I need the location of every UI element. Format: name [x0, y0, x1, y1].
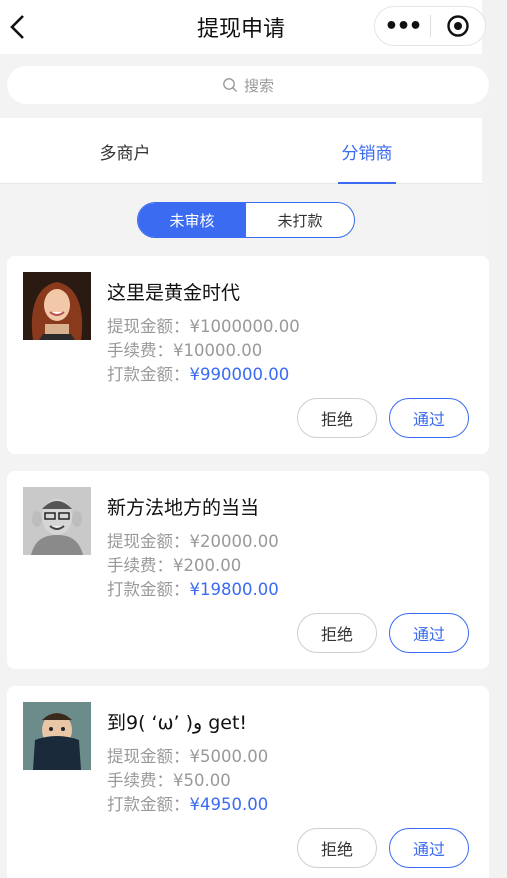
- fee-amount: ¥200.00: [173, 556, 242, 575]
- approve-button[interactable]: 通过: [389, 828, 469, 868]
- payout-label: 打款金额：: [107, 365, 190, 384]
- fee-amount: ¥10000.00: [173, 341, 263, 360]
- tab-distributor[interactable]: 分销商: [302, 118, 432, 184]
- active-tab-indicator: [338, 182, 396, 184]
- withdraw-label: 提现金额：: [107, 532, 190, 551]
- withdraw-label: 提现金额：: [107, 747, 190, 766]
- withdrawal-card: 到9( ‘ω’ )و get! 提现金额：¥5000.00 手续费：¥50.00…: [7, 686, 489, 878]
- fee-label: 手续费：: [107, 341, 173, 360]
- approve-button[interactable]: 通过: [389, 398, 469, 438]
- applicant-name: 新方法地方的当当: [107, 497, 260, 519]
- withdraw-amount: ¥1000000.00: [189, 317, 300, 336]
- reject-button[interactable]: 拒绝: [297, 398, 377, 438]
- withdraw-amount: ¥5000.00: [189, 747, 269, 766]
- approve-button[interactable]: 通过: [389, 613, 469, 653]
- reject-button[interactable]: 拒绝: [297, 613, 377, 653]
- withdraw-label: 提现金额：: [107, 317, 190, 336]
- avatar: [23, 272, 91, 340]
- tab-bar: 多商户 分销商: [0, 118, 482, 184]
- avatar: [23, 487, 91, 555]
- payout-row: 打款金额：¥990000.00: [107, 361, 289, 385]
- search-placeholder: 搜索: [243, 76, 274, 95]
- withdrawal-card: 这里是黄金时代 提现金额：¥1000000.00 手续费：¥10000.00 打…: [7, 256, 489, 454]
- fee-label: 手续费：: [107, 556, 173, 575]
- payout-label: 打款金额：: [107, 795, 190, 814]
- filter-unpaid[interactable]: 未打款: [246, 203, 354, 237]
- filter-unreviewed[interactable]: 未审核: [138, 203, 246, 237]
- fee-amount: ¥50.00: [173, 771, 231, 790]
- withdrawal-card: 新方法地方的当当 提现金额：¥20000.00 手续费：¥200.00 打款金额…: [7, 471, 489, 669]
- payout-label: 打款金额：: [107, 580, 190, 599]
- mini-program-capsule: •••: [374, 6, 486, 46]
- tab-multi-merchant[interactable]: 多商户: [60, 118, 190, 184]
- payout-row: 打款金额：¥4950.00: [107, 791, 268, 815]
- search-input[interactable]: 搜索: [7, 66, 489, 104]
- fee-label: 手续费：: [107, 771, 173, 790]
- fee-row: 手续费：¥200.00: [107, 552, 241, 576]
- reject-button[interactable]: 拒绝: [297, 828, 377, 868]
- avatar: [23, 702, 91, 770]
- payout-row: 打款金额：¥19800.00: [107, 576, 279, 600]
- search-area: 搜索: [0, 54, 489, 118]
- status-filter: 未审核 未打款: [137, 202, 355, 238]
- search-icon: [223, 78, 237, 92]
- close-button[interactable]: [431, 7, 485, 45]
- payout-amount: ¥19800.00: [189, 580, 279, 599]
- applicant-name: 这里是黄金时代: [107, 282, 241, 304]
- withdraw-amount: ¥20000.00: [189, 532, 279, 551]
- nav-bar: 提现申请 •••: [0, 0, 486, 54]
- withdraw-amount-row: 提现金额：¥20000.00: [107, 528, 279, 552]
- applicant-name: 到9( ‘ω’ )و get!: [107, 712, 248, 734]
- fee-row: 手续费：¥10000.00: [107, 337, 262, 361]
- more-button[interactable]: •••: [375, 7, 430, 45]
- fee-row: 手续费：¥50.00: [107, 767, 231, 791]
- record-icon: [447, 15, 469, 37]
- payout-amount: ¥990000.00: [189, 365, 290, 384]
- withdraw-amount-row: 提现金额：¥5000.00: [107, 743, 268, 767]
- payout-amount: ¥4950.00: [189, 795, 269, 814]
- withdraw-amount-row: 提现金额：¥1000000.00: [107, 313, 300, 337]
